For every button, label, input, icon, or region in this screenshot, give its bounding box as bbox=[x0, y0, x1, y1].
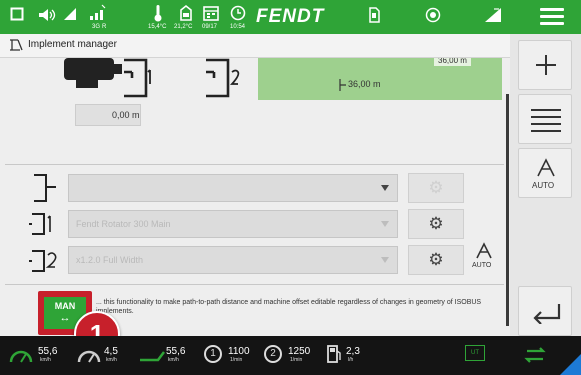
main-menu-button[interactable] bbox=[540, 8, 564, 26]
speed2-value: 4,5 bbox=[104, 346, 118, 357]
speed1-value: 55,6 bbox=[38, 346, 58, 357]
fuel-unit: l/h bbox=[348, 357, 354, 363]
dropdown-value: x1.2.0 Full Width bbox=[76, 255, 144, 265]
calendar-icon bbox=[203, 6, 219, 21]
thermometer-icon bbox=[154, 5, 162, 22]
back-button[interactable] bbox=[518, 286, 572, 336]
pto1-unit: 1/min bbox=[230, 357, 243, 363]
speed2-unit: km/h bbox=[106, 357, 117, 363]
offset-value: 0,00 m bbox=[112, 110, 140, 120]
brand-logo: FENDT bbox=[256, 6, 325, 27]
auto-label: AUTO bbox=[532, 181, 555, 190]
chevron-down-icon bbox=[381, 257, 389, 263]
pto2-value: 1250 bbox=[288, 346, 311, 357]
divider bbox=[5, 284, 504, 285]
gear-icon: ⚙ bbox=[428, 214, 444, 233]
dropdown-value: Fendt Rotator 300 Main bbox=[76, 219, 171, 229]
implement-dropdown-2[interactable]: Fendt Rotator 300 Main bbox=[68, 210, 398, 238]
connectivity-icon[interactable] bbox=[484, 7, 502, 23]
plus-icon-bar bbox=[536, 64, 556, 66]
width-top-value: 36,00 m bbox=[434, 58, 471, 66]
add-button[interactable] bbox=[518, 40, 572, 90]
auto-button[interactable]: AUTO bbox=[518, 148, 572, 198]
settings-button-1[interactable]: ⚙ bbox=[408, 173, 464, 203]
title-bar: Implement manager bbox=[0, 34, 510, 58]
pto2-icon: 2 bbox=[264, 345, 282, 363]
list-icon bbox=[531, 109, 561, 111]
divider bbox=[5, 164, 504, 165]
menu-line-icon bbox=[540, 8, 564, 11]
back-arrow-icon bbox=[533, 304, 561, 324]
menu-line-icon bbox=[540, 22, 564, 25]
speedometer-icon bbox=[9, 350, 33, 363]
speed3-value: 55,6 bbox=[166, 346, 186, 357]
cab-temp-icon bbox=[180, 4, 192, 21]
bottom-status-bar: 55,6 km/h 4,5 km/h 55,6 km/h 1 1100 1/mi… bbox=[0, 336, 581, 375]
pto1-icon: 1 bbox=[204, 345, 222, 363]
list-button[interactable] bbox=[518, 94, 572, 144]
man-description: ... this functionality to make path-to-p… bbox=[96, 299, 482, 315]
list-icon-line bbox=[531, 130, 561, 132]
man-label: MAN bbox=[54, 301, 76, 311]
auto-label: AUTO bbox=[472, 262, 492, 269]
speed3-unit: km/h bbox=[168, 357, 179, 363]
speed1-unit: km/h bbox=[40, 357, 51, 363]
implement-connector-icon bbox=[34, 174, 56, 202]
settings-button-2[interactable]: ⚙ bbox=[408, 209, 464, 239]
temp-outside: 15,4°C bbox=[148, 24, 167, 30]
auto-steer-icon bbox=[537, 158, 555, 177]
implement-manager-icon bbox=[10, 39, 23, 51]
wheel-speed-icon bbox=[77, 350, 101, 363]
signal-icon bbox=[64, 8, 76, 20]
working-width-area[interactable]: 36,00 m 36,00 m bbox=[258, 58, 502, 100]
implement-dropdown-1[interactable] bbox=[68, 174, 398, 202]
chevron-down-icon bbox=[381, 185, 389, 191]
fuel-icon bbox=[327, 345, 341, 363]
auto-mode-button[interactable]: AUTO bbox=[470, 241, 498, 271]
telemetry-icon[interactable] bbox=[425, 7, 441, 23]
gps-signal-icon bbox=[90, 4, 106, 20]
width-bracket-icon bbox=[339, 79, 346, 91]
scrollbar[interactable] bbox=[506, 94, 509, 326]
implement-panel: 36,00 m 36,00 m ⊢⊣ 0,00 m ⚙ bbox=[0, 58, 510, 336]
time-text: 10:54 bbox=[230, 24, 246, 30]
list-icon-line bbox=[531, 116, 561, 118]
chevron-down-icon bbox=[381, 221, 389, 227]
gear-icon: ⚙ bbox=[428, 250, 444, 269]
working-width-value: 36,00 m bbox=[348, 79, 381, 89]
sd-card-icon[interactable] bbox=[368, 7, 380, 23]
list-icon-line bbox=[531, 123, 561, 125]
gear-icon: ⚙ bbox=[428, 178, 444, 197]
signal-label: 3G bbox=[92, 24, 101, 30]
volume-icon[interactable] bbox=[38, 8, 56, 22]
corner-marker-icon bbox=[560, 354, 581, 375]
right-sidebar: AUTO bbox=[510, 34, 581, 336]
status-bar: 3G R 15,4°C 21,2°C 09/17 10:54 FENDT bbox=[0, 0, 581, 34]
pto2-unit: 1/min bbox=[290, 357, 303, 363]
fuel-value: 2,3 bbox=[346, 346, 360, 357]
screen: 3G R 15,4°C 21,2°C 09/17 10:54 FENDT Imp… bbox=[0, 0, 581, 375]
section-1-icon bbox=[29, 213, 51, 235]
pto1-value: 1100 bbox=[228, 346, 250, 357]
date-text: 09/17 bbox=[202, 24, 218, 30]
auto-steer-icon bbox=[476, 242, 492, 259]
window-icon[interactable] bbox=[10, 7, 24, 21]
switch-arrows-icon[interactable] bbox=[524, 346, 546, 364]
radar-speed-icon bbox=[140, 351, 165, 362]
settings-button-3[interactable]: ⚙ bbox=[408, 245, 464, 275]
implement-dropdown-3[interactable]: x1.2.0 Full Width bbox=[68, 246, 398, 274]
signal-sub: R bbox=[102, 24, 107, 30]
temp-inside: 21,2°C bbox=[174, 24, 193, 30]
tractor-implement-diagram bbox=[64, 58, 240, 98]
clock-icon bbox=[230, 5, 246, 21]
offset-value-field[interactable]: 0,00 m bbox=[75, 104, 141, 126]
section-2-icon bbox=[29, 250, 57, 272]
ut-icon[interactable]: UT bbox=[465, 345, 485, 361]
window-title: Implement manager bbox=[28, 39, 117, 50]
menu-line-icon bbox=[540, 15, 564, 18]
